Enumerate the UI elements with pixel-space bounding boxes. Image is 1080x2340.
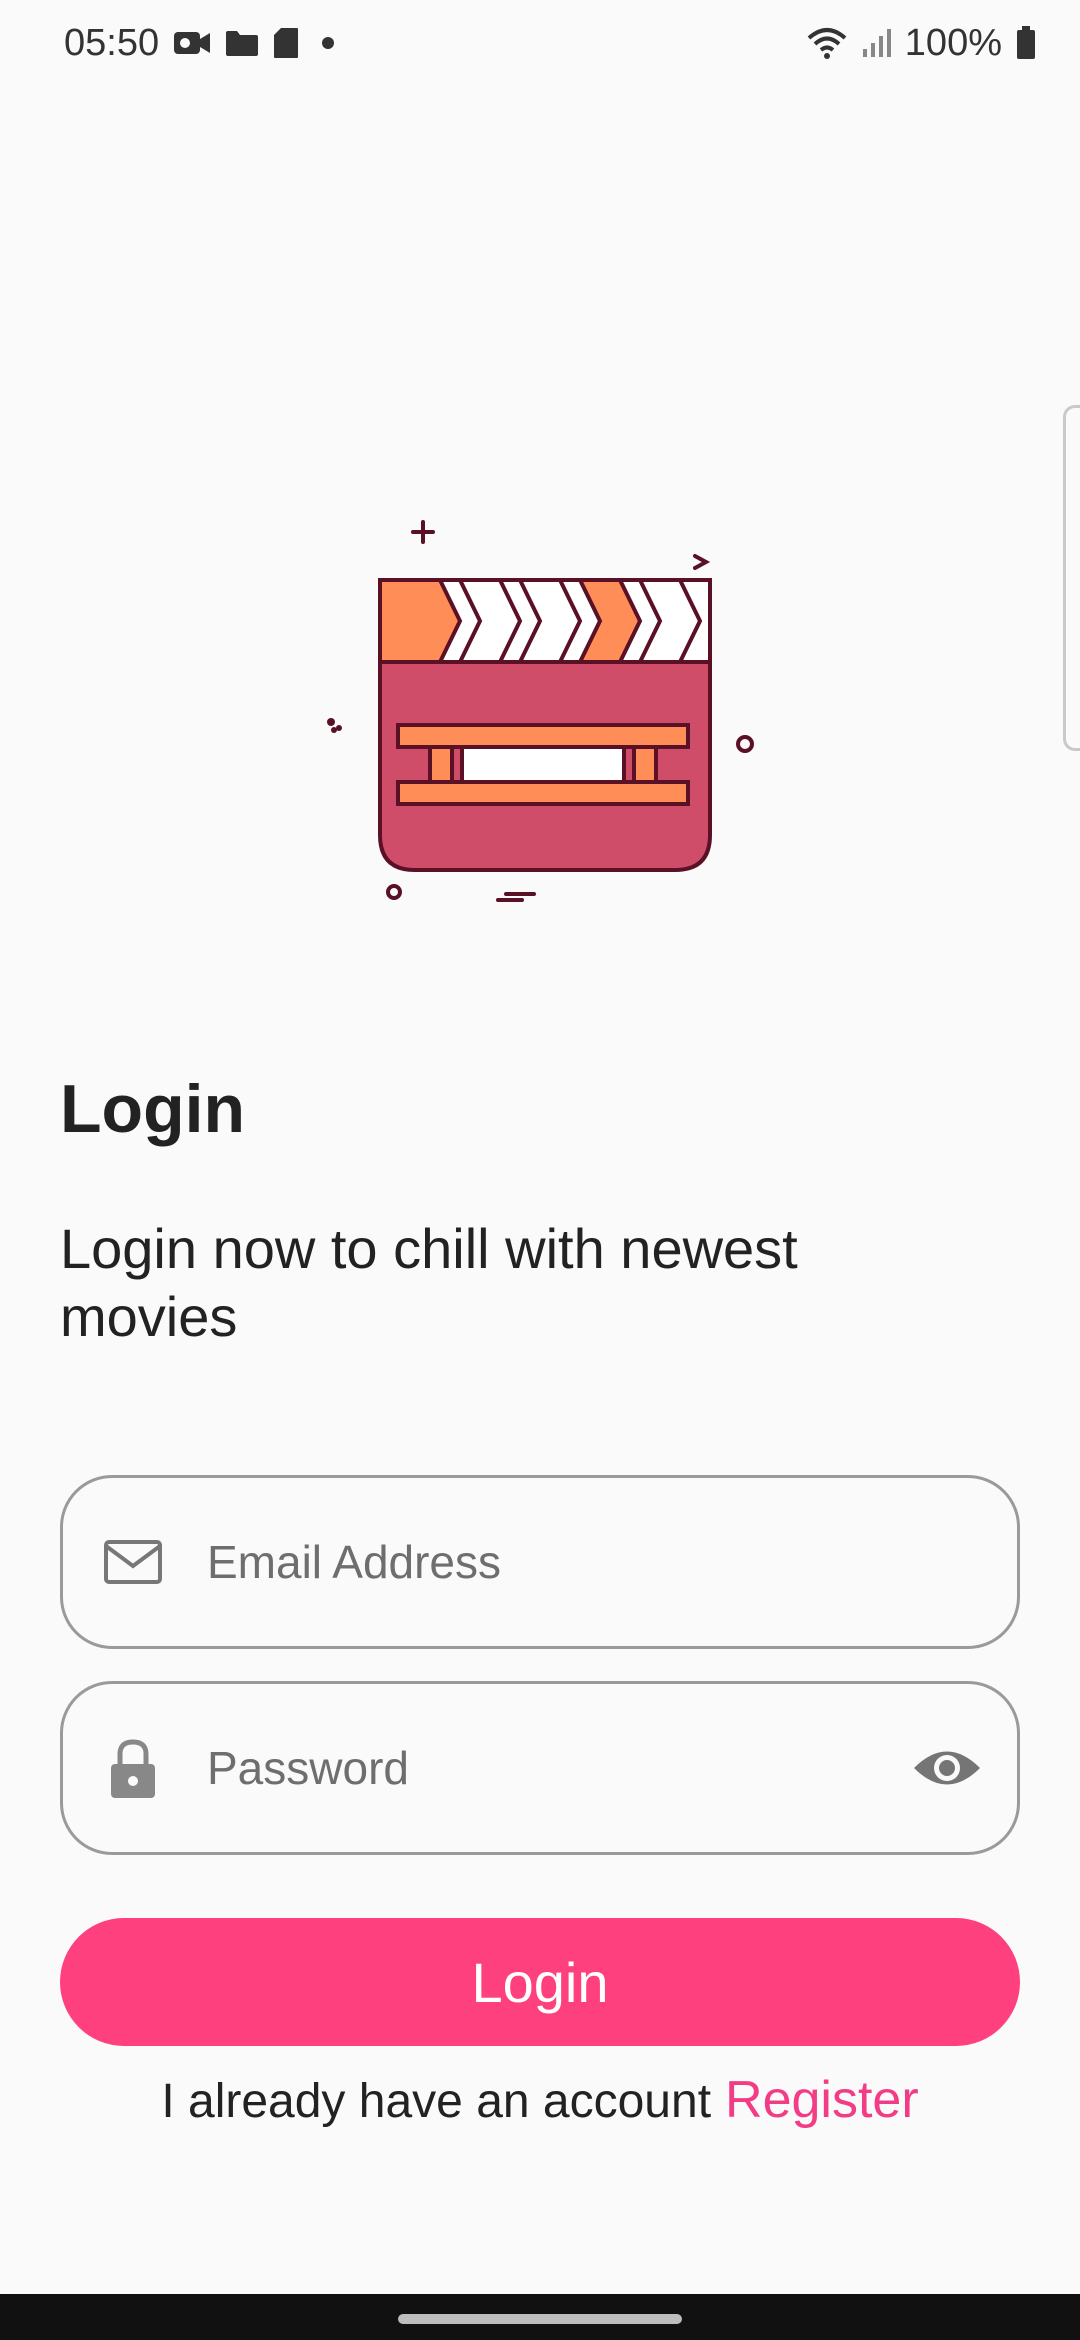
edge-panel-handle[interactable] — [1063, 405, 1080, 751]
battery-percent: 100% — [904, 21, 1002, 64]
register-link[interactable]: Register — [725, 2071, 919, 2129]
status-left: 05:50 — [64, 22, 343, 65]
page-title: Login — [60, 1071, 246, 1147]
dot-icon — [313, 28, 343, 58]
password-field[interactable] — [60, 1681, 1020, 1855]
status-time: 05:50 — [64, 21, 160, 64]
folder-icon — [225, 29, 259, 57]
sd-card-icon — [273, 27, 299, 59]
wifi-icon — [807, 26, 847, 60]
register-prompt: I already have an account Register — [0, 2070, 1080, 2130]
video-icon — [173, 29, 211, 57]
password-input[interactable] — [207, 1728, 907, 1808]
signal-icon — [861, 27, 891, 59]
login-button[interactable]: Login — [60, 1918, 1020, 2046]
eye-icon[interactable] — [911, 1732, 983, 1804]
status-right: 100% — [807, 22, 1036, 65]
lock-icon — [103, 1738, 163, 1798]
status-bar: 05:50 100% — [0, 0, 1080, 86]
email-field[interactable] — [60, 1475, 1020, 1649]
home-gesture-handle[interactable] — [398, 2314, 682, 2324]
battery-icon — [1016, 26, 1036, 60]
clapperboard-icon — [310, 500, 780, 920]
account-text: I already have an account — [161, 2075, 712, 2128]
mail-icon — [103, 1532, 163, 1592]
email-input[interactable] — [207, 1522, 907, 1602]
page-subtitle: Login now to chill with newest movies — [60, 1217, 798, 1348]
